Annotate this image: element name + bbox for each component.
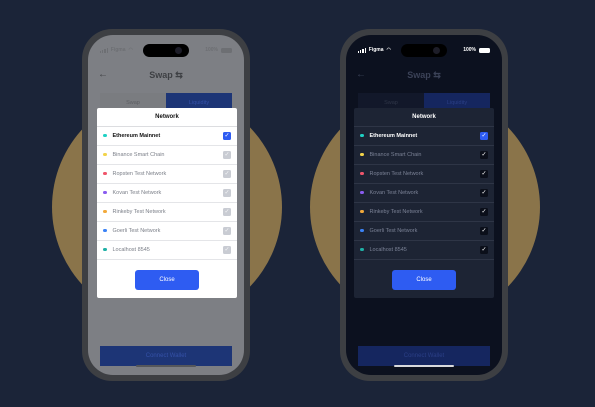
- page-header: ← Swap ⇆: [88, 69, 244, 83]
- checkbox-icon[interactable]: ✓: [223, 207, 231, 216]
- network-label: Rinkeby Test Network: [369, 208, 423, 215]
- close-button[interactable]: Close: [392, 270, 456, 290]
- wifi-icon: ◠: [128, 47, 133, 53]
- close-button[interactable]: Close: [135, 270, 199, 290]
- network-label: Goerli Test Network: [369, 227, 418, 234]
- network-row-goerli[interactable]: Goerli Test Network ✓: [97, 221, 237, 241]
- network-label: Kovan Test Network: [369, 189, 419, 196]
- battery-label: 100%: [205, 47, 218, 53]
- wifi-icon: ◠: [386, 47, 391, 53]
- network-row-binance[interactable]: Binance Smart Chain ✓: [354, 145, 494, 165]
- battery-icon: [479, 47, 490, 53]
- checkbox-icon[interactable]: ✓: [223, 245, 231, 254]
- network-label: Ethereum Mainnet: [369, 132, 418, 139]
- network-row-ethereum[interactable]: Ethereum Mainnet ✓: [354, 126, 494, 146]
- network-label: Ethereum Mainnet: [112, 132, 161, 139]
- network-modal-light: Network Ethereum Mainnet ✓ Binance Smart …: [97, 108, 237, 298]
- checkbox-icon[interactable]: ✓: [223, 150, 231, 159]
- network-label: Localhost 8545: [112, 246, 150, 253]
- camera-icon: [175, 47, 182, 54]
- network-label: Rinkeby Test Network: [112, 208, 166, 215]
- network-row-localhost[interactable]: Localhost 8545 ✓: [97, 240, 237, 260]
- network-row-localhost[interactable]: Localhost 8545 ✓: [354, 240, 494, 260]
- signal-icon: [100, 47, 108, 53]
- modal-title: Network: [354, 108, 494, 127]
- network-label: Goerli Test Network: [112, 227, 161, 234]
- network-dot-icon: [103, 247, 107, 252]
- network-label: Binance Smart Chain: [112, 151, 165, 158]
- modal-title: Network: [97, 108, 237, 127]
- signal-icon: [358, 47, 366, 53]
- network-row-ropsten[interactable]: Ropsten Test Network ✓: [97, 164, 237, 184]
- home-indicator[interactable]: [394, 365, 454, 367]
- network-row-rinkeby[interactable]: Rinkeby Test Network ✓: [354, 202, 494, 222]
- network-dot-icon: [360, 152, 364, 157]
- battery-icon: [221, 47, 232, 53]
- network-label: Ropsten Test Network: [369, 170, 424, 177]
- camera-icon: [433, 47, 440, 54]
- page-title: Swap ⇆: [407, 70, 441, 80]
- checkbox-icon[interactable]: ✓: [480, 188, 488, 197]
- checkbox-icon[interactable]: ✓: [223, 169, 231, 178]
- network-row-goerli[interactable]: Goerli Test Network ✓: [354, 221, 494, 241]
- network-row-kovan[interactable]: Kovan Test Network ✓: [97, 183, 237, 203]
- network-dot-icon: [103, 228, 107, 233]
- dynamic-island: [401, 44, 447, 57]
- battery-label: 100%: [463, 47, 476, 53]
- connect-wallet-button[interactable]: Connect Wallet: [100, 346, 232, 366]
- network-row-rinkeby[interactable]: Rinkeby Test Network ✓: [97, 202, 237, 222]
- checkbox-icon[interactable]: ✓: [223, 226, 231, 235]
- checkbox-icon[interactable]: ✓: [480, 226, 488, 235]
- network-modal-dark: Network Ethereum Mainnet ✓ Binance Smart …: [354, 108, 494, 298]
- network-label: Kovan Test Network: [112, 189, 162, 196]
- network-dot-icon: [103, 133, 107, 138]
- checkbox-checked-icon[interactable]: ✓: [223, 131, 231, 140]
- carrier-label: Figma: [110, 47, 126, 53]
- home-indicator[interactable]: [136, 365, 196, 367]
- checkbox-icon[interactable]: ✓: [480, 169, 488, 178]
- network-dot-icon: [103, 190, 107, 195]
- checkbox-icon[interactable]: ✓: [223, 188, 231, 197]
- checkbox-checked-icon[interactable]: ✓: [480, 131, 488, 140]
- network-row-ethereum[interactable]: Ethereum Mainnet ✓: [97, 126, 237, 146]
- carrier-label: Figma: [368, 47, 384, 53]
- connect-wallet-button[interactable]: Connect Wallet: [358, 346, 490, 366]
- network-label: Localhost 8545: [369, 246, 407, 253]
- page-header: ← Swap ⇆: [346, 69, 502, 83]
- network-label: Binance Smart Chain: [369, 151, 422, 158]
- network-dot-icon: [360, 171, 364, 176]
- network-dot-icon: [103, 171, 107, 176]
- network-dot-icon: [360, 209, 364, 214]
- network-dot-icon: [360, 133, 364, 138]
- page-title: Swap ⇆: [149, 70, 183, 80]
- network-dot-icon: [103, 152, 107, 157]
- checkbox-icon[interactable]: ✓: [480, 207, 488, 216]
- network-row-ropsten[interactable]: Ropsten Test Network ✓: [354, 164, 494, 184]
- dynamic-island: [143, 44, 189, 57]
- network-dot-icon: [360, 247, 364, 252]
- checkbox-icon[interactable]: ✓: [480, 150, 488, 159]
- network-label: Ropsten Test Network: [112, 170, 167, 177]
- network-dot-icon: [360, 228, 364, 233]
- network-row-kovan[interactable]: Kovan Test Network ✓: [354, 183, 494, 203]
- network-dot-icon: [360, 190, 364, 195]
- checkbox-icon[interactable]: ✓: [480, 245, 488, 254]
- network-dot-icon: [103, 209, 107, 214]
- network-row-binance[interactable]: Binance Smart Chain ✓: [97, 145, 237, 165]
